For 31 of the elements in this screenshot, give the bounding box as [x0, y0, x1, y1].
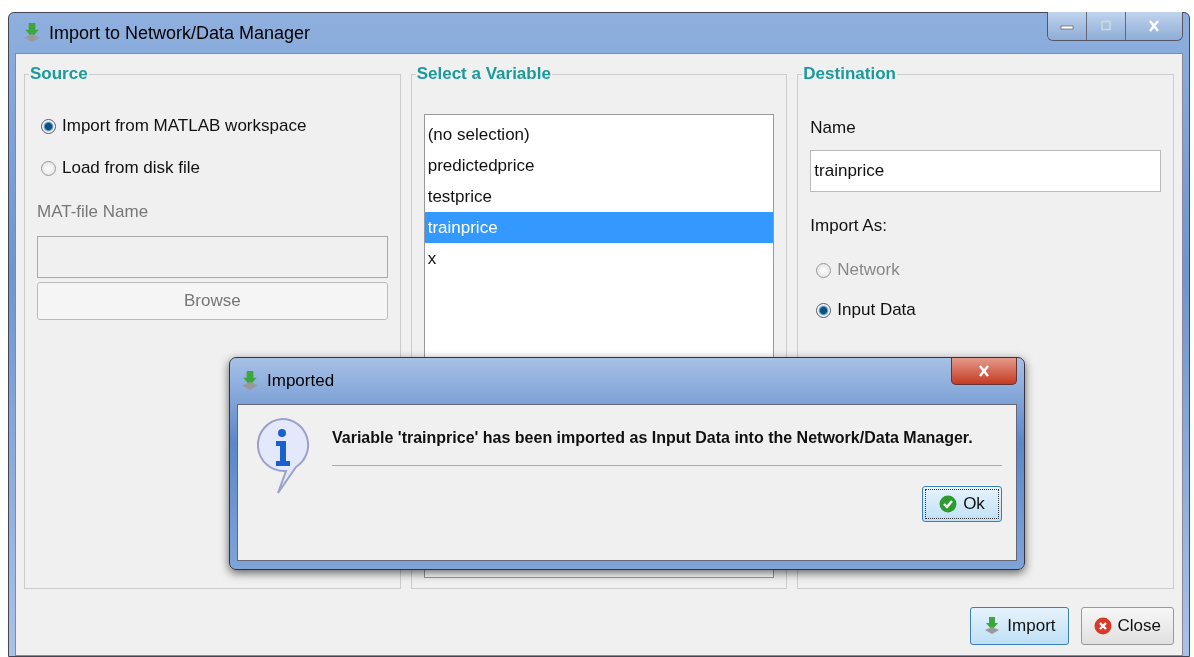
dialog-message: Variable 'trainprice' has been imported as Input Data into the Network/Data Manager. [332, 429, 974, 447]
maximize-button[interactable] [1087, 12, 1126, 40]
panel-title: Destination [802, 64, 897, 84]
checkmark-icon [939, 495, 958, 513]
list-item[interactable]: (no selection) [424, 119, 774, 150]
close-button[interactable] [951, 358, 1017, 385]
ok-button[interactable]: Ok [922, 486, 1002, 522]
download-icon [241, 371, 259, 391]
field-label: Name [810, 118, 857, 138]
name-field[interactable]: trainprice [810, 150, 1161, 192]
close-icon [1146, 20, 1162, 32]
panel-title: Source [29, 64, 89, 84]
field-label: MAT-file Name [37, 202, 150, 222]
list-item[interactable]: testprice [424, 181, 774, 212]
radio-option[interactable]: Input Data [816, 300, 916, 320]
maximize-icon [1098, 20, 1114, 32]
close-button[interactable]: Close [1080, 607, 1174, 645]
panel-title: Select a Variable [415, 64, 552, 84]
field-label: Import As: [810, 216, 888, 236]
download-icon [23, 23, 41, 43]
close-icon [976, 365, 992, 377]
radio-option[interactable]: Load from disk file [41, 158, 200, 178]
dialog-title: Imported [267, 371, 335, 391]
radio-option[interactable]: Import from MATLAB workspace [41, 116, 307, 136]
import-button[interactable]: Import [970, 607, 1069, 645]
close-icon [1093, 617, 1112, 635]
window-title: Import to Network/Data Manager [49, 22, 311, 44]
list-item[interactable]: x [424, 243, 774, 274]
file-name-field[interactable] [37, 236, 388, 278]
list-item[interactable]: predictedprice [424, 150, 774, 181]
minimize-button[interactable] [1048, 12, 1087, 40]
